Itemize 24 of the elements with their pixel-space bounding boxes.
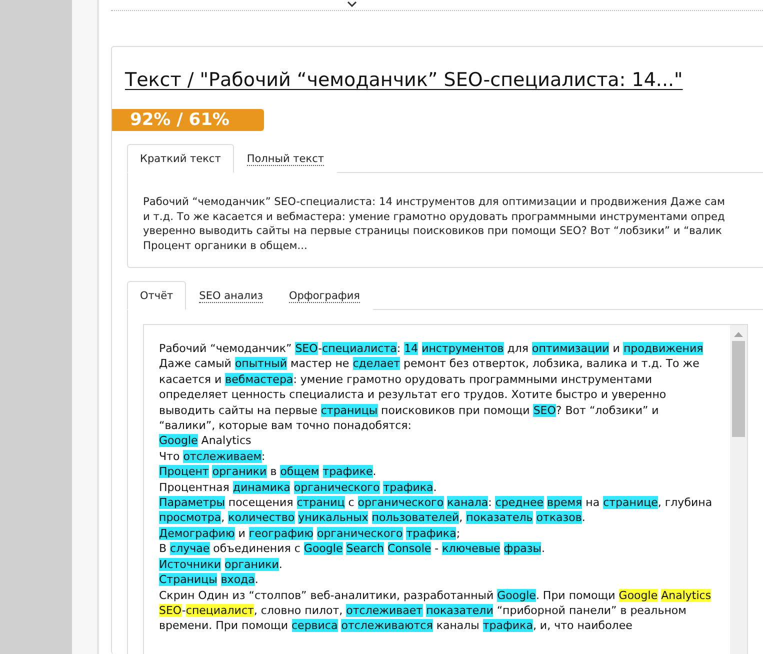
report-paragraph: Источники органики. (159, 556, 284, 572)
text-title-link[interactable]: Текст / "Рабочий “чемоданчик” SEO-специалиста: 14..." (125, 65, 763, 95)
chevron-down-icon[interactable] (347, 1, 357, 7)
report-paragraph: Демографию и географию органического трафика; (159, 526, 462, 542)
report-paragraph: Рабочий “чемоданчик” SEO-специалиста: 14 инструментов для оптимизации и продвижения (159, 341, 704, 356)
text-tab[interactable]: Краткий текст (127, 144, 234, 173)
score-badge: 92% / 61% (112, 109, 264, 131)
summary-text-line: и т.д. То же касается и вебмастера: умение грамотно орудовать программными инструментами опред (143, 210, 726, 224)
summary-text-line: Процент органики в общем... (143, 238, 308, 253)
report-paragraph: Даже самый опытный мастер не сделает ремонт без отверток, лобзика, валика и т.д. То же касается и вебмастера: умение грамотно орудовать программными инструментами определяет ценность специалиста и результат его трудов. Хотите быстро и уверенно выводить сайты на первые страницы поисковиков при помощи SEO? Вот “лобзики” и “валики”, которые вам точно понадобятся: (159, 356, 700, 434)
report-paragraph: Страницы входа. (159, 572, 260, 588)
report-paragraph: Параметры посещения страниц с органического канала: среднее время на странице, глубина просмотра, количество уникальных пользователей, показатель отказов. (159, 495, 714, 526)
report-paragraph: Процентная динамика органического трафика. (159, 480, 438, 496)
report-paragraph: Google Analytics (159, 433, 252, 449)
summary-text-line: Рабочий “чемоданчик” SEO-специалиста: 14 инструментов для оптимизации и продвижения Даже сам (143, 195, 726, 210)
report-paragraph: Скрин Один из “столпов” веб-аналитики, разработанный Google. При помощи Google Analytics SEO-специалист, словно пилот, отслеживает показатели “приборной панели” в реальном времени. При помощи сервиса отслеживаются каналы трафика, и, что наиболее (159, 588, 712, 634)
report-paragraph: В случае объединения с Google Search Console - ключевые фразы. (159, 541, 546, 557)
report-paragraph: Процент органики в общем трафике. (159, 464, 378, 480)
report-paragraph: Что отслеживаем: (159, 448, 266, 464)
summary-text-line: уверенно выводить сайты на первые страницы поисковиков при помощи SEO? Вот “лобзики” и “валик (143, 224, 723, 238)
scrollbar[interactable] (730, 325, 747, 654)
scrollbar-thumb[interactable] (732, 341, 745, 437)
scroll-up-arrow-icon[interactable] (734, 331, 743, 337)
report-tab[interactable]: Отчёт (127, 281, 186, 310)
